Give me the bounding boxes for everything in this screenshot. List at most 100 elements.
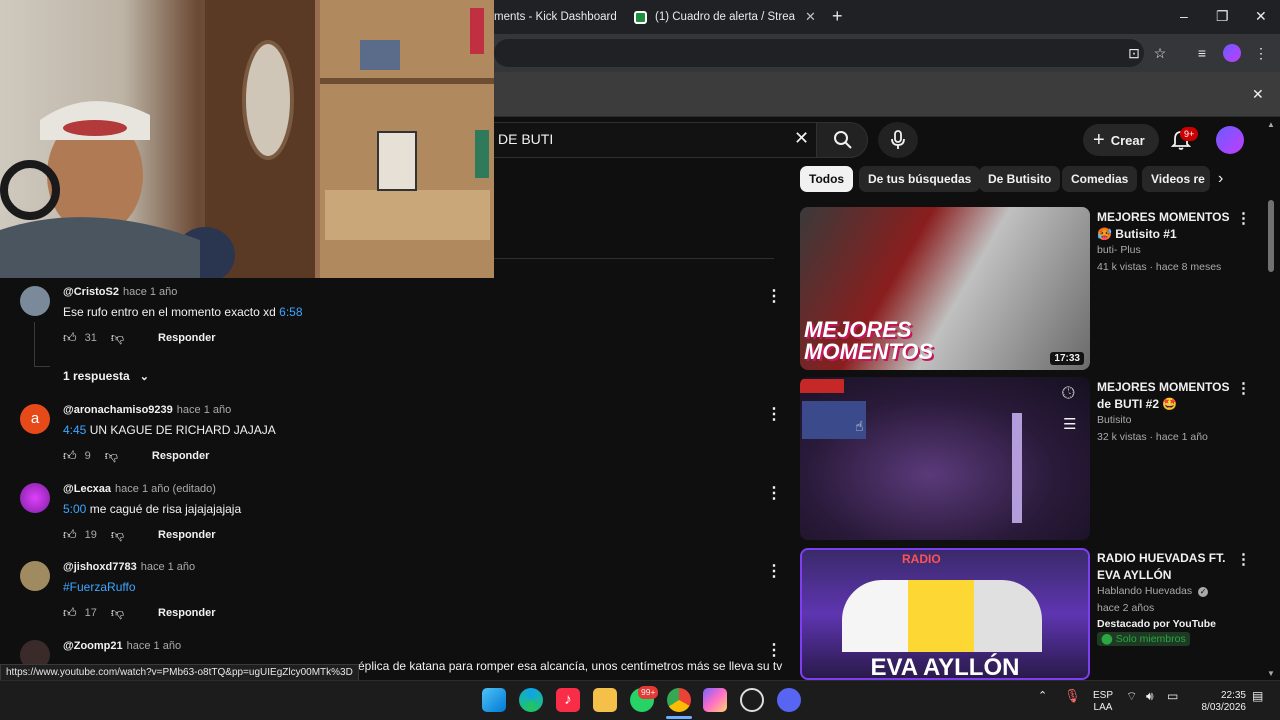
chip-de-butisito[interactable]: De Butisito [979, 166, 1061, 192]
reply-button[interactable]: Responder [152, 450, 209, 462]
video-menu-icon[interactable]: ⋮ [1236, 379, 1251, 397]
chip-todos[interactable]: Todos [800, 166, 854, 192]
add-to-queue-icon[interactable]: ☰ [1063, 415, 1076, 433]
bookmark-star-icon[interactable]: ☆ [1151, 44, 1169, 62]
comment-menu-icon[interactable]: ⋮ [766, 286, 782, 306]
video-title[interactable]: MEJORES MOMENTOS de BUTI #2 🤩 [1097, 379, 1232, 413]
new-tab-icon[interactable]: + [832, 6, 843, 27]
video-title[interactable]: RADIO HUEVADAS FT. EVA AYLLÓN [1097, 550, 1232, 584]
microphone-in-use-icon[interactable]: 🎙︎ [1064, 689, 1081, 702]
video-duration: 17:33 [1050, 352, 1084, 365]
clear-search-icon[interactable]: ✕ [794, 128, 809, 149]
timestamp-link[interactable]: 4:45 [63, 423, 86, 437]
comment-author[interactable]: @aronachamiso9239 [63, 404, 173, 416]
copilot-icon[interactable] [703, 688, 727, 712]
comment-menu-icon[interactable]: ⋮ [766, 404, 782, 424]
recommendation-item[interactable]: 🕓︎ ☰ MEJORES MOMENTOS de BUTI #2 🤩 Butis… [800, 377, 1255, 541]
channel-name[interactable]: Hablando Huevadas ✓ [1097, 585, 1209, 597]
video-thumbnail[interactable]: MEJORES MOMENTOS 17:33 [800, 207, 1090, 370]
avatar[interactable] [20, 483, 50, 513]
like-icon[interactable]: 👍︎ [63, 527, 77, 543]
tray-overflow-icon[interactable]: ⌃ [1038, 690, 1047, 702]
chip-de-tus-busquedas[interactable]: De tus búsquedas [859, 166, 981, 192]
menu-kebab-icon[interactable]: ⋮ [1252, 44, 1270, 62]
timestamp-link[interactable]: 5:00 [63, 502, 86, 516]
chip-comedias[interactable]: Comedias [1062, 166, 1138, 192]
search-query: DE BUTI [498, 131, 554, 147]
video-menu-icon[interactable]: ⋮ [1236, 209, 1251, 227]
profile-avatar[interactable] [1223, 44, 1241, 62]
wifi-icon[interactable]: ⌔ [1126, 690, 1137, 702]
reply-button[interactable]: Responder [158, 529, 215, 541]
reply-button[interactable]: Responder [158, 607, 215, 619]
comment-menu-icon[interactable]: ⋮ [766, 483, 782, 503]
page-scrollbar[interactable] [1268, 200, 1274, 272]
chip-videos[interactable]: Videos re [1142, 166, 1210, 192]
tab-streamlabs-alert[interactable]: (1) Cuadro de alerta / Streamlal ✕ [634, 6, 820, 28]
comment-time: hace 1 año [176, 404, 232, 416]
dislike-icon[interactable]: 👎︎ [111, 527, 124, 543]
avatar[interactable] [20, 286, 50, 316]
create-button[interactable]: + Crear [1083, 124, 1159, 156]
chrome-icon[interactable] [667, 688, 691, 712]
chevron-right-icon[interactable]: › [1218, 170, 1223, 188]
dislike-icon[interactable]: 👎︎ [105, 448, 118, 464]
media-controls-icon[interactable]: ≡ [1193, 44, 1211, 62]
window-close-icon[interactable]: ✕ [1255, 8, 1267, 25]
install-app-icon[interactable]: ⊡ [1125, 44, 1143, 62]
start-windows-icon[interactable] [482, 688, 506, 712]
video-title[interactable]: MEJORES MOMENTOS 🥵 Butisito #1 [1097, 209, 1232, 243]
battery-icon[interactable]: ▭ [1167, 690, 1178, 702]
watch-later-icon[interactable]: 🕓︎ [1062, 385, 1075, 403]
comment-author[interactable]: @Zoomp21 [63, 640, 123, 652]
recommendation-item[interactable]: MEJORES MOMENTOS 17:33 MEJORES MOMENTOS … [800, 207, 1255, 371]
maximize-icon[interactable]: ❐ [1216, 8, 1229, 25]
address-bar[interactable] [494, 39, 1144, 67]
comment-author[interactable]: @jishoxd7783 [63, 561, 137, 573]
comment-author[interactable]: @CristoS2 [63, 286, 119, 298]
channel-name[interactable]: buti- Plus [1097, 244, 1141, 256]
voice-search-button[interactable] [878, 122, 918, 158]
input-language[interactable]: ESP LAA [1092, 690, 1114, 714]
video-thumbnail[interactable]: 🕓︎ ☰ [800, 377, 1090, 540]
comment-menu-icon[interactable]: ⋮ [766, 640, 782, 660]
like-icon[interactable]: 👍︎ [63, 448, 77, 464]
close-icon[interactable]: ✕ [805, 9, 816, 25]
like-icon[interactable]: 👍︎ [63, 330, 77, 346]
music-icon[interactable]: ♪ [556, 688, 580, 712]
channel-name[interactable]: Butisito [1097, 414, 1131, 426]
discord-icon[interactable] [777, 688, 801, 712]
scroll-up-icon[interactable]: ▲ [1267, 120, 1275, 129]
minimize-icon[interactable]: – [1180, 8, 1188, 24]
comment-menu-icon[interactable]: ⋮ [766, 561, 782, 581]
volume-icon[interactable]: 🔊︎ [1146, 690, 1154, 702]
notification-badge: 9+ [1180, 127, 1199, 141]
dislike-icon[interactable]: 👎︎ [111, 605, 124, 621]
notification-center-icon[interactable]: ▤ [1252, 690, 1263, 702]
search-button[interactable] [816, 122, 868, 158]
replies-toggle[interactable]: 1 respuesta ⌄ [63, 369, 149, 383]
tab-kick-dashboard[interactable]: ments - Kick Dashboard ✕ [494, 6, 624, 28]
infobar-close-icon[interactable]: ✕ [1252, 86, 1264, 103]
timestamp-link[interactable]: 6:58 [279, 305, 302, 319]
comment-author[interactable]: @Lecxaa [63, 483, 111, 495]
avatar[interactable]: a [20, 404, 50, 434]
microphone-icon [891, 130, 905, 149]
chevron-down-icon: ⌄ [139, 370, 149, 383]
file-explorer-icon[interactable] [593, 688, 617, 712]
account-avatar[interactable] [1216, 126, 1244, 154]
hashtag-link[interactable]: #FuerzaRuffo [63, 580, 136, 594]
like-count: 9 [84, 450, 91, 462]
scroll-down-icon[interactable]: ▼ [1267, 669, 1275, 678]
members-only-badge: ⬤ Solo miembros [1097, 632, 1190, 646]
video-thumbnail[interactable]: RADIO EVA AYLLÓN [800, 548, 1090, 680]
like-icon[interactable]: 👍︎ [63, 605, 77, 621]
edge-icon[interactable] [519, 688, 543, 712]
reply-button[interactable]: Responder [158, 332, 215, 344]
recommendation-item[interactable]: RADIO EVA AYLLÓN RADIO HUEVADAS FT. EVA … [800, 548, 1255, 680]
clock[interactable]: 22:35 8/03/2026 [1196, 690, 1247, 714]
obs-icon[interactable] [740, 688, 764, 712]
video-menu-icon[interactable]: ⋮ [1236, 550, 1251, 568]
avatar[interactable] [20, 561, 50, 591]
dislike-icon[interactable]: 👎︎ [111, 330, 124, 346]
